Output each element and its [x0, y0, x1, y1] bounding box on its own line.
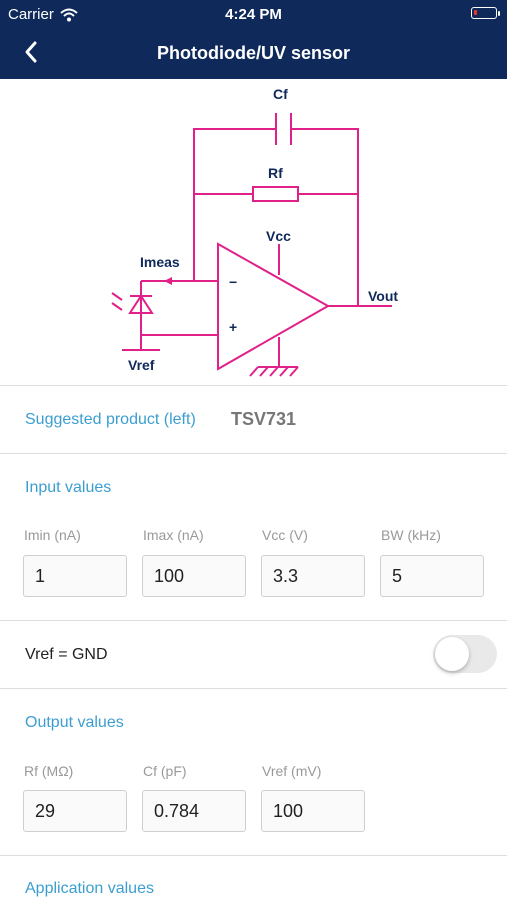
imin-input[interactable]: 1	[23, 555, 127, 597]
rf-output-label: Rf (MΩ)	[24, 763, 74, 779]
toggle-knob	[435, 637, 469, 671]
plus-label: +	[229, 319, 237, 335]
vref-schematic-label: Vref	[128, 357, 155, 373]
top-bar: Carrier 4:24 PM Photodiode/UV sensor	[0, 0, 507, 79]
bw-label: BW (kHz)	[381, 527, 441, 543]
vref-gnd-label: Vref = GND	[25, 646, 108, 663]
vout-label: Vout	[368, 288, 398, 304]
imax-input[interactable]: 100	[142, 555, 246, 597]
light-rays	[111, 292, 123, 311]
divider	[0, 855, 507, 856]
suggested-product-label: Suggested product (left)	[25, 411, 196, 428]
navigation-bar: Photodiode/UV sensor	[0, 28, 507, 79]
battery-icon	[471, 7, 500, 19]
divider	[0, 688, 507, 689]
input-values-title: Input values	[25, 479, 112, 496]
battery-level	[474, 10, 477, 15]
suggested-product-value[interactable]: TSV731	[231, 409, 296, 430]
rf-output-field[interactable]: 29	[23, 790, 127, 832]
imax-label: Imax (nA)	[143, 527, 204, 543]
status-bar: Carrier 4:24 PM	[0, 0, 507, 28]
bw-input[interactable]: 5	[380, 555, 484, 597]
resistor-symbol	[252, 186, 299, 202]
page-title: Photodiode/UV sensor	[156, 43, 351, 63]
ground-wire	[258, 337, 298, 368]
circuit-schematic: Cf Rf Vcc Imeas Vout Vref − +	[111, 86, 398, 377]
vcc-input-label: Vcc (V)	[262, 527, 308, 543]
imeas-label: Imeas	[140, 254, 180, 270]
vref-output-field[interactable]: 100	[261, 790, 365, 832]
minus-label: −	[229, 274, 237, 290]
divider	[0, 620, 507, 621]
rf-label: Rf	[268, 165, 283, 181]
output-values-title: Output values	[25, 714, 124, 731]
divider	[0, 453, 507, 454]
current-arrow	[164, 277, 172, 285]
application-values-title: Application values	[25, 880, 154, 897]
cf-output-label: Cf (pF)	[143, 763, 187, 779]
vcc-input[interactable]: 3.3	[261, 555, 365, 597]
vref-gnd-toggle[interactable]	[433, 635, 497, 673]
ground-hatch	[249, 366, 299, 377]
divider	[0, 385, 507, 386]
clock: 4:24 PM	[225, 6, 282, 23]
imin-label: Imin (nA)	[24, 527, 81, 543]
vcc-label: Vcc	[266, 228, 291, 244]
cf-label: Cf	[273, 86, 288, 102]
vref-output-label: Vref (mV)	[262, 763, 322, 779]
opamp-symbol	[217, 242, 331, 371]
cf-output-field[interactable]: 0.784	[142, 790, 246, 832]
